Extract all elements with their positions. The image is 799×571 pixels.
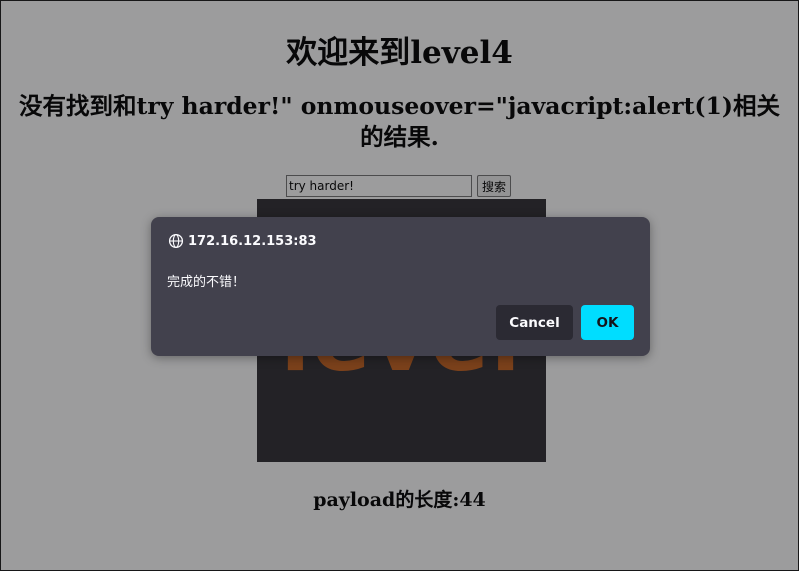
dialog-message: 完成的不错！ [167, 275, 246, 290]
cancel-button[interactable]: Cancel [496, 305, 573, 340]
globe-icon [168, 233, 184, 249]
alert-dialog: 172.16.12.153:83 完成的不错！ Cancel OK [151, 217, 650, 356]
dialog-origin-text: 172.16.12.153:83 [188, 233, 317, 249]
dialog-origin: 172.16.12.153:83 [168, 233, 317, 249]
ok-button[interactable]: OK [581, 305, 634, 340]
